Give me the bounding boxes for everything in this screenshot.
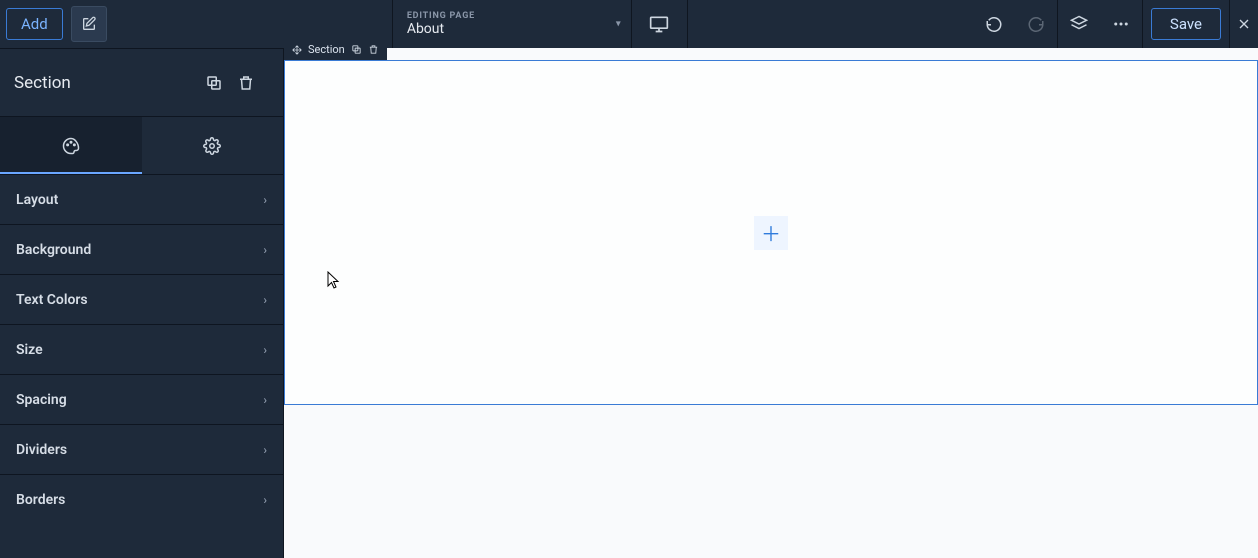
page-selector-label: EDITING PAGE xyxy=(407,11,617,21)
chevron-right-icon: › xyxy=(263,493,267,507)
device-preview-button[interactable] xyxy=(632,0,688,48)
topbar-center: EDITING PAGE About ▾ xyxy=(392,0,688,48)
sidebar-title: Section xyxy=(14,73,205,93)
sidebar-item-label: Text Colors xyxy=(16,292,88,308)
page-selector-value: About xyxy=(407,21,617,37)
section-tag: Section xyxy=(284,39,387,60)
tab-style[interactable] xyxy=(0,117,142,174)
sidebar-item-label: Layout xyxy=(16,192,58,208)
workspace: Section Layout › Background › Text Colors ›… xyxy=(0,48,1258,558)
section-tag-label: Section xyxy=(308,43,345,56)
pencil-square-icon xyxy=(81,16,97,32)
sidebar-header: Section xyxy=(0,48,283,116)
add-block-button[interactable]: ＋ xyxy=(754,216,788,250)
undo-icon xyxy=(985,15,1003,33)
delete-section-button[interactable] xyxy=(237,74,269,92)
chevron-down-icon: ▾ xyxy=(616,19,621,30)
page-selector[interactable]: EDITING PAGE About ▾ xyxy=(392,0,632,48)
sidebar-item-layout[interactable]: Layout › xyxy=(0,174,283,224)
tab-settings[interactable] xyxy=(142,117,284,174)
palette-icon xyxy=(62,137,80,155)
section-duplicate-button[interactable] xyxy=(351,44,362,55)
gear-icon xyxy=(203,137,221,155)
trash-icon xyxy=(237,74,255,92)
move-icon xyxy=(292,45,302,55)
sidebar-list: Layout › Background › Text Colors › Size › S… xyxy=(0,174,283,558)
move-handle[interactable] xyxy=(292,45,302,55)
sidebar-item-spacing[interactable]: Spacing › xyxy=(0,374,283,424)
sidebar-item-label: Dividers xyxy=(16,442,67,458)
save-button[interactable]: Save xyxy=(1151,8,1221,40)
add-button[interactable]: Add xyxy=(6,8,63,40)
chevron-right-icon: › xyxy=(263,193,267,207)
chevron-right-icon: › xyxy=(263,243,267,257)
section-frame[interactable]: Section ＋ xyxy=(284,60,1258,405)
undo-button[interactable] xyxy=(973,0,1015,48)
dots-horizontal-icon xyxy=(1112,15,1130,33)
monitor-icon xyxy=(649,14,669,34)
redo-icon xyxy=(1027,15,1045,33)
duplicate-section-button[interactable] xyxy=(205,74,237,92)
chevron-right-icon: › xyxy=(263,393,267,407)
sidebar-item-background[interactable]: Background › xyxy=(0,224,283,274)
sidebar-tabs xyxy=(0,116,283,174)
edit-button[interactable] xyxy=(71,6,107,42)
close-icon xyxy=(1236,16,1252,32)
plus-icon: ＋ xyxy=(761,218,781,247)
copy-icon xyxy=(205,74,223,92)
trash-icon xyxy=(368,44,379,55)
chevron-right-icon: › xyxy=(263,443,267,457)
copy-icon xyxy=(351,44,362,55)
sidebar-item-size[interactable]: Size › xyxy=(0,324,283,374)
sidebar-item-label: Size xyxy=(16,342,43,358)
close-button[interactable] xyxy=(1230,0,1258,48)
topbar-right: Save xyxy=(973,0,1258,48)
divider xyxy=(1142,0,1143,48)
sidebar-item-text-colors[interactable]: Text Colors › xyxy=(0,274,283,324)
layers-button[interactable] xyxy=(1058,0,1100,48)
sidebar-item-label: Background xyxy=(16,242,91,258)
section-delete-button[interactable] xyxy=(368,44,379,55)
chevron-right-icon: › xyxy=(263,343,267,357)
sidebar: Section Layout › Background › Text Colors ›… xyxy=(0,48,284,558)
canvas[interactable]: Section ＋ xyxy=(284,48,1258,558)
topbar: Add EDITING PAGE About ▾ xyxy=(0,0,1258,48)
redo-button[interactable] xyxy=(1015,0,1057,48)
topbar-left: Add xyxy=(0,0,107,48)
layers-icon xyxy=(1070,15,1088,33)
sidebar-item-label: Borders xyxy=(16,492,65,508)
more-button[interactable] xyxy=(1100,0,1142,48)
sidebar-item-label: Spacing xyxy=(16,392,67,408)
sidebar-item-borders[interactable]: Borders › xyxy=(0,474,283,524)
cursor-icon xyxy=(327,271,341,289)
chevron-right-icon: › xyxy=(263,293,267,307)
sidebar-item-dividers[interactable]: Dividers › xyxy=(0,424,283,474)
